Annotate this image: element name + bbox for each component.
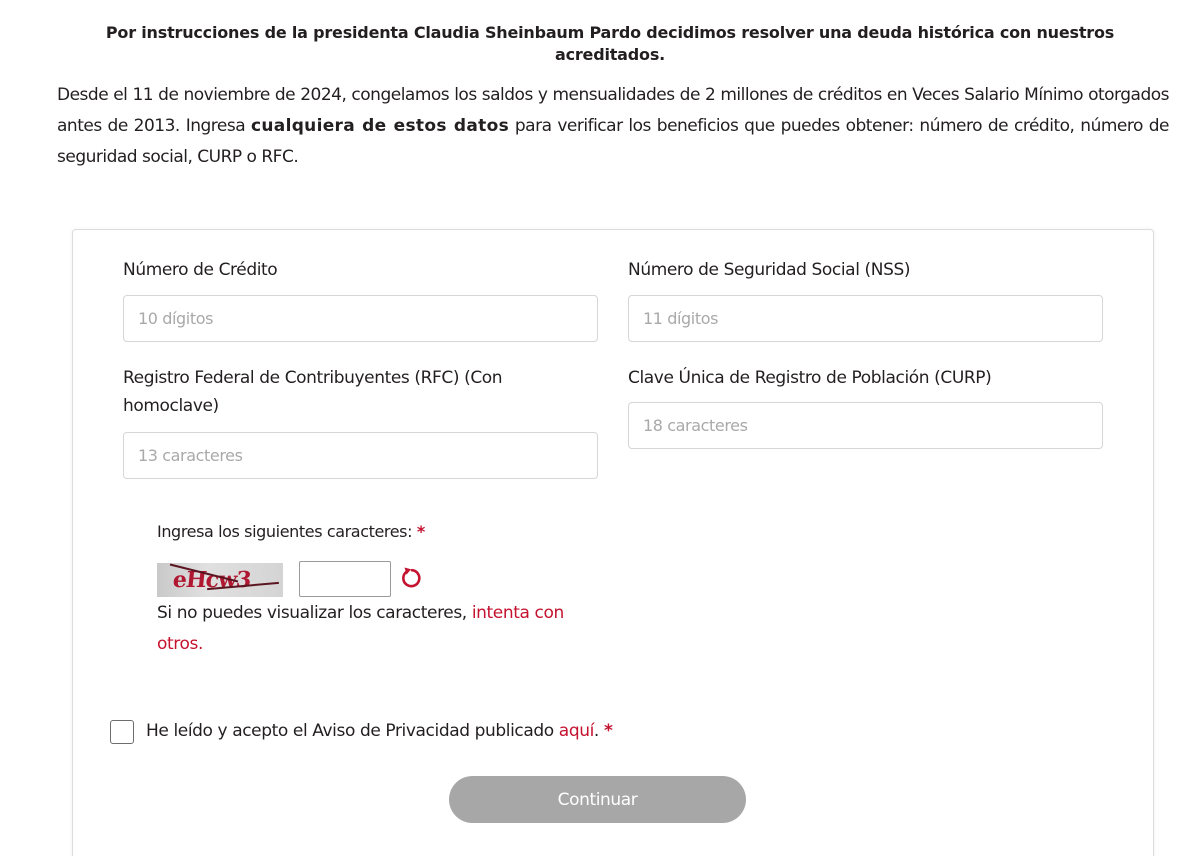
curp-input[interactable]: [628, 402, 1103, 449]
page-heading: Por instrucciones de la presidenta Claud…: [105, 23, 1115, 64]
captcha-help-text: Si no puedes visualizar los caracteres, …: [157, 598, 607, 660]
nss-label: Número de Seguridad Social (NSS): [628, 260, 911, 280]
intro-paragraph: Desde el 11 de noviembre de 2024, congel…: [57, 80, 1170, 173]
privacy-consent-label: He leído y acepto el Aviso de Privacidad…: [146, 721, 559, 741]
intro-text-emphasis: cualquiera de estos datos: [251, 116, 509, 136]
continue-button[interactable]: Continuar: [449, 776, 746, 823]
refresh-icon[interactable]: [399, 566, 423, 590]
required-mark: *: [416, 522, 425, 541]
privacy-consent-text: He leído y acepto el Aviso de Privacidad…: [146, 716, 613, 746]
captcha-help-message: Si no puedes visualizar los caracteres,: [157, 603, 472, 623]
rfc-label: Registro Federal de Contribuyentes (RFC)…: [123, 368, 503, 416]
captcha-label: Ingresa los siguientes caracteres: *: [157, 522, 425, 541]
nss-input[interactable]: [628, 295, 1103, 342]
curp-label: Clave Única de Registro de Población (CU…: [628, 368, 992, 388]
captcha-label-text: Ingresa los siguientes caracteres:: [157, 522, 413, 541]
verification-form-card: Número de Crédito Número de Seguridad So…: [72, 229, 1154, 856]
privacy-consent-period: .: [593, 721, 599, 741]
privacy-consent-checkbox[interactable]: [110, 720, 134, 744]
required-mark: *: [603, 721, 613, 741]
credit-number-label: Número de Crédito: [123, 260, 278, 280]
credit-number-input[interactable]: [123, 295, 598, 342]
captcha-image: eHcw3: [157, 563, 283, 597]
captcha-input[interactable]: [299, 561, 391, 597]
rfc-input[interactable]: [123, 432, 598, 479]
privacy-notice-link[interactable]: aquí: [559, 721, 595, 741]
